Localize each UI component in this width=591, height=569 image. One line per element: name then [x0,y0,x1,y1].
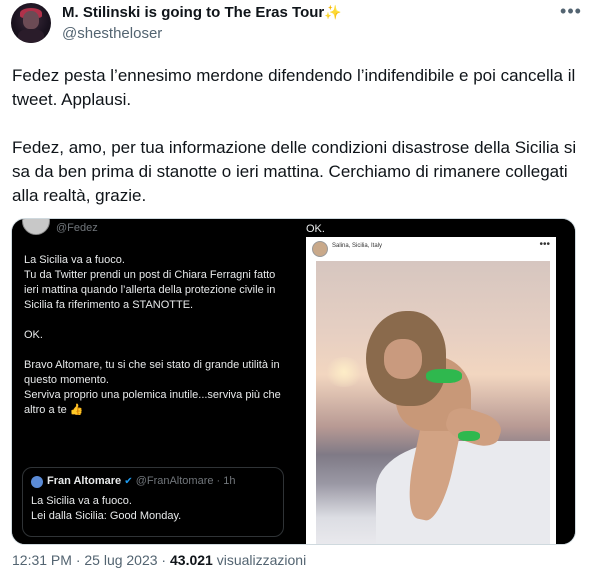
quoted-tweet: Fran Altomare ✔ @FranAltomare · 1h La Si… [22,467,284,537]
user-handle[interactable]: @shestheloser [62,25,162,42]
instagram-location: Salina, Sicilia, Italy [332,243,383,249]
instagram-photo [316,261,550,544]
photo-boat [376,441,550,544]
instagram-post: Salina, Sicilia, Italy ••• [306,237,556,544]
avatar-face [23,11,39,29]
display-name[interactable]: M. Stilinski is going to The Eras Tour✨ [62,4,342,21]
verified-icon: ✔ [124,476,133,487]
instagram-more-icon: ••• [539,239,550,250]
screenshot-paragraph-1: La Sicilia va a fuoco. Tu da Twitter pre… [24,254,276,311]
more-options-icon[interactable]: ••• [557,2,585,24]
tweet-media[interactable]: @Fedez La Sicilia va a fuoco. Tu da Twit… [11,218,576,545]
thumbs-up-icon: 👍 [69,404,84,416]
instagram-avatar [312,241,328,257]
views-label: visualizzazioni [212,552,307,568]
media-image-left[interactable]: @Fedez La Sicilia va a fuoco. Tu da Twit… [12,219,294,544]
quoted-author: Fran Altomare ✔ @FranAltomare · 1h [47,475,236,487]
avatar-body [18,29,44,43]
photo-bikini-top [426,369,462,383]
media-image-right[interactable]: OK. Salina, Sicilia, Italy ••• [296,219,575,544]
screenshot-paragraph-3-text: Bravo Altomare, tu si che sei stato di g… [24,359,281,416]
tweet-header: M. Stilinski is going to The Eras Tour✨ … [10,0,585,50]
tweet-timestamp[interactable]: 12:31 PM · 25 lug 2023 · [12,552,170,568]
photo-sun [324,357,364,387]
quoted-avatar [31,476,43,488]
screenshot-handle: @Fedez [56,222,98,234]
screenshot-paragraph-3: Bravo Altomare, tu si che sei stato di g… [24,358,286,418]
screenshot-tweet-body: La Sicilia va a fuoco. Tu da Twitter pre… [24,253,286,433]
quoted-text: La Sicilia va a fuoco. Lei dalla Sicilia… [31,495,182,522]
sparkles-icon: ✨ [324,4,342,20]
ok-label: OK. [306,223,325,235]
quoted-author-name: Fran Altomare [47,475,122,487]
photo-face [384,339,422,379]
photo-bikini-bottom [458,431,480,441]
tweet-text-paragraph-2: Fedez, amo, per tua informazione delle c… [12,138,577,205]
tweet-text-paragraph-1: Fedez pesta l’ennesimo merdone difendend… [12,66,576,109]
display-name-text: M. Stilinski is going to The Eras Tour [62,4,325,21]
screenshot-paragraph-2: OK. [24,329,43,341]
tweet-metadata: 12:31 PM · 25 lug 2023 · 43.021 visualiz… [12,552,306,568]
screenshot-avatar [22,219,50,235]
avatar[interactable] [11,3,51,43]
quoted-handle: @FranAltomare · 1h [135,475,236,487]
views-count: 43.021 [170,552,213,568]
